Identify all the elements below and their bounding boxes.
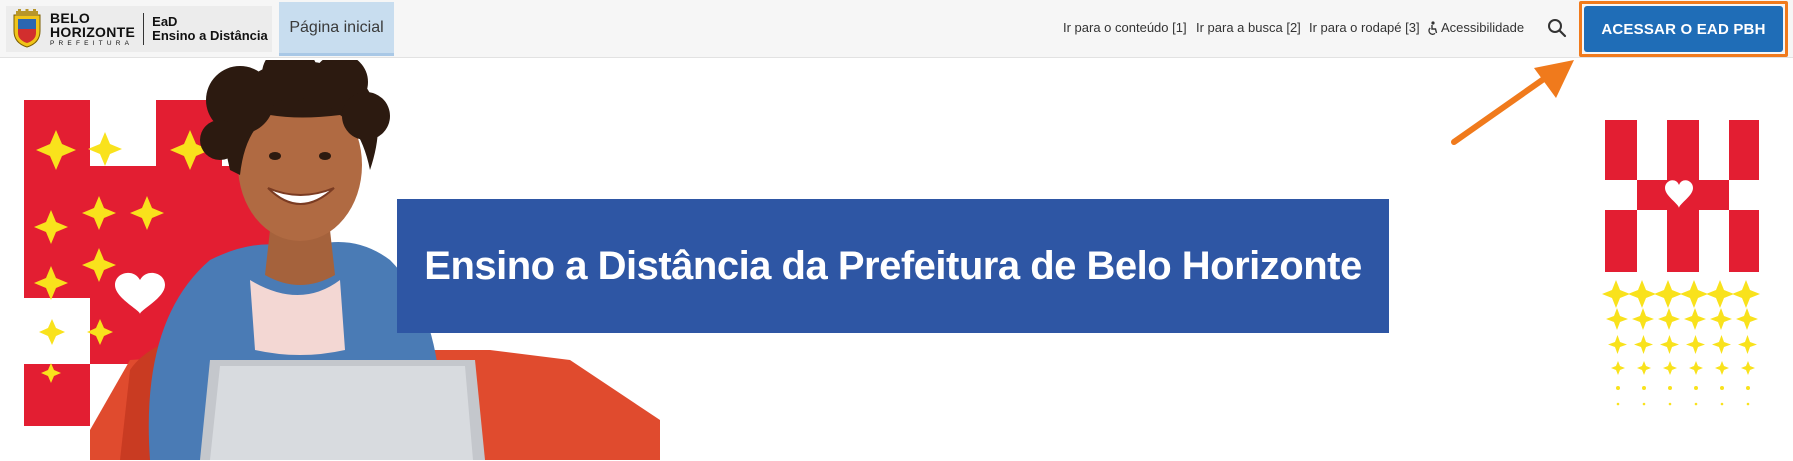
logo-org-line3: PREFEITURA: [50, 39, 134, 47]
decorative-pattern-right: [1602, 120, 1760, 406]
city-crest-icon: [13, 9, 41, 48]
logo-divider: [143, 13, 145, 45]
logo-org-line2: HORIZONTE: [50, 23, 136, 40]
accessibility-link[interactable]: Acessibilidade: [1427, 20, 1524, 35]
skip-to-content-link[interactable]: Ir para o conteúdo [1]: [1063, 20, 1187, 35]
logo-product-line2: Ensino a Distância: [152, 28, 268, 43]
logo-org-line1: BELO: [50, 9, 91, 26]
logo-product-name: EaD Ensino a Distância: [152, 15, 268, 42]
skip-to-footer-link[interactable]: Ir para o rodapé [3]: [1309, 20, 1420, 35]
logo-product-line1: EaD: [152, 14, 178, 30]
top-navigation-bar: BELO HORIZONTE PREFEITURA EaD Ensino a D…: [0, 0, 1793, 58]
hero-title: Ensino a Distância da Prefeitura de Belo…: [424, 243, 1362, 288]
site-logo[interactable]: BELO HORIZONTE PREFEITURA EaD Ensino a D…: [6, 6, 272, 52]
skip-to-search-link[interactable]: Ir para a busca [2]: [1196, 20, 1301, 35]
search-icon[interactable]: [1546, 17, 1568, 39]
hero-title-banner: Ensino a Distância da Prefeitura de Belo…: [397, 199, 1389, 333]
hero-section: Ensino a Distância da Prefeitura de Belo…: [0, 58, 1793, 461]
accessibility-icon: [1428, 20, 1438, 35]
nav-tab-home[interactable]: Página inicial: [279, 2, 394, 56]
logo-org-name: BELO HORIZONTE PREFEITURA: [50, 11, 135, 48]
accessibility-label: Acessibilidade: [1441, 20, 1525, 35]
access-ead-button[interactable]: ACESSAR O EAD PBH: [1584, 6, 1783, 52]
